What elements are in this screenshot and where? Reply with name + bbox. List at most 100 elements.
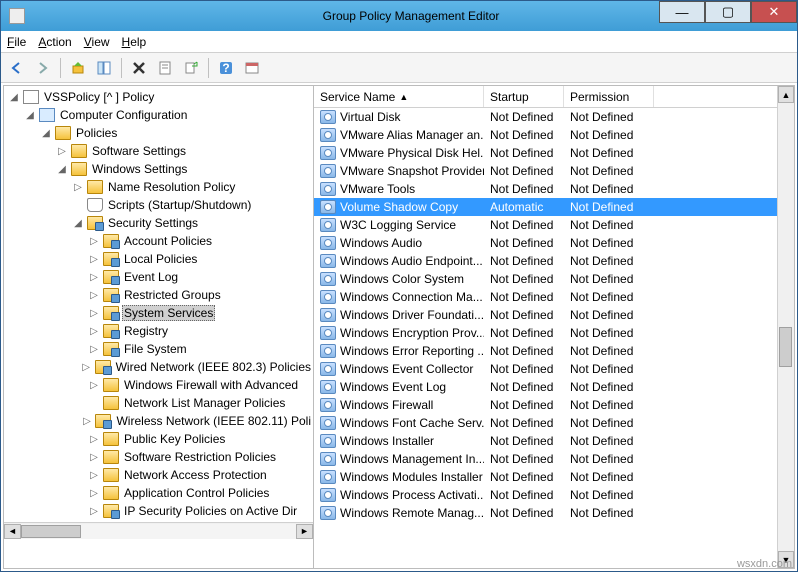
- tree-item[interactable]: ▷Restricted Groups: [4, 286, 313, 304]
- menu-view[interactable]: View: [84, 35, 110, 49]
- list-item[interactable]: VMware Physical Disk Hel...Not DefinedNo…: [314, 144, 777, 162]
- list-item[interactable]: Virtual DiskNot DefinedNot Defined: [314, 108, 777, 126]
- tree-toggle-icon[interactable]: ▷: [88, 470, 100, 481]
- list-item[interactable]: Windows Event LogNot DefinedNot Defined: [314, 378, 777, 396]
- tree-item[interactable]: ▷Network Access Protection: [4, 466, 313, 484]
- tree-item[interactable]: ▷Account Policies: [4, 232, 313, 250]
- tree-toggle-icon[interactable]: ▷: [88, 344, 100, 355]
- scroll-left-icon[interactable]: ◄: [4, 524, 21, 539]
- tree-item[interactable]: Scripts (Startup/Shutdown): [4, 196, 313, 214]
- list-item[interactable]: Volume Shadow CopyAutomaticNot Defined: [314, 198, 777, 216]
- list-item[interactable]: W3C Logging ServiceNot DefinedNot Define…: [314, 216, 777, 234]
- tree-item[interactable]: ▷Public Key Policies: [4, 430, 313, 448]
- tree-item[interactable]: ◢Security Settings: [4, 214, 313, 232]
- tree-item[interactable]: ▷Windows Firewall with Advanced: [4, 376, 313, 394]
- menu-help[interactable]: Help: [122, 35, 147, 49]
- list-item[interactable]: VMware Alias Manager an...Not DefinedNot…: [314, 126, 777, 144]
- list-item[interactable]: Windows Audio Endpoint...Not DefinedNot …: [314, 252, 777, 270]
- properties-button[interactable]: [153, 56, 177, 80]
- list-item[interactable]: Windows Encryption Prov...Not DefinedNot…: [314, 324, 777, 342]
- tree-pane[interactable]: ◢VSSPolicy [^ ] Policy◢Computer Configur…: [4, 86, 314, 568]
- tree-toggle-icon[interactable]: ▷: [81, 362, 92, 373]
- tree-item[interactable]: ◢Windows Settings: [4, 160, 313, 178]
- tree-item[interactable]: ▷Registry: [4, 322, 313, 340]
- up-button[interactable]: [66, 56, 90, 80]
- tree-toggle-icon[interactable]: ▷: [88, 290, 100, 301]
- tree-item[interactable]: ◢Computer Configuration: [4, 106, 313, 124]
- titlebar[interactable]: Group Policy Management Editor — ▢ ✕: [1, 1, 797, 31]
- list-item[interactable]: Windows Event CollectorNot DefinedNot De…: [314, 360, 777, 378]
- tree-item[interactable]: ▷Application Control Policies: [4, 484, 313, 502]
- service-permission: Not Defined: [564, 254, 654, 268]
- tree-toggle-icon[interactable]: ◢: [24, 110, 36, 121]
- list-item[interactable]: Windows Driver Foundati...Not DefinedNot…: [314, 306, 777, 324]
- list-item[interactable]: Windows Management In...Not DefinedNot D…: [314, 450, 777, 468]
- forward-button[interactable]: [31, 56, 55, 80]
- show-hide-tree-button[interactable]: [92, 56, 116, 80]
- help-button[interactable]: ?: [214, 56, 238, 80]
- tree-toggle-icon[interactable]: ▷: [88, 236, 100, 247]
- list-item[interactable]: Windows InstallerNot DefinedNot Defined: [314, 432, 777, 450]
- tree-item[interactable]: ◢VSSPolicy [^ ] Policy: [4, 88, 313, 106]
- list-item[interactable]: VMware Snapshot ProviderNot DefinedNot D…: [314, 162, 777, 180]
- delete-button[interactable]: [127, 56, 151, 80]
- menu-action[interactable]: Action: [38, 35, 71, 49]
- tree-toggle-icon[interactable]: ◢: [40, 128, 52, 139]
- tree-item[interactable]: ◢Policies: [4, 124, 313, 142]
- back-button[interactable]: [5, 56, 29, 80]
- tree-toggle-icon[interactable]: ◢: [72, 218, 84, 229]
- service-icon: [320, 344, 336, 358]
- scroll-thumb[interactable]: [21, 525, 81, 538]
- tree-item[interactable]: ▷Software Restriction Policies: [4, 448, 313, 466]
- tree-toggle-icon[interactable]: ▷: [88, 434, 100, 445]
- scroll-thumb[interactable]: [779, 327, 792, 367]
- tree-toggle-icon[interactable]: ▷: [88, 254, 100, 265]
- tree-toggle-icon[interactable]: ▷: [88, 272, 100, 283]
- col-startup[interactable]: Startup: [484, 86, 564, 107]
- tree-toggle-icon[interactable]: ▷: [88, 308, 100, 319]
- tree-toggle-icon[interactable]: ▷: [88, 326, 100, 337]
- export-button[interactable]: [179, 56, 203, 80]
- list-vscrollbar[interactable]: ▲ ▼: [777, 86, 794, 568]
- close-button[interactable]: ✕: [751, 1, 797, 23]
- tree-toggle-icon[interactable]: ▷: [88, 506, 100, 517]
- tree-item[interactable]: ▷Wireless Network (IEEE 802.11) Poli: [4, 412, 313, 430]
- tree-item[interactable]: ▷Software Settings: [4, 142, 313, 160]
- list-item[interactable]: Windows Modules InstallerNot DefinedNot …: [314, 468, 777, 486]
- tree-item[interactable]: ▷Local Policies: [4, 250, 313, 268]
- list-item[interactable]: Windows Connection Ma...Not DefinedNot D…: [314, 288, 777, 306]
- tree-toggle-icon[interactable]: ▷: [56, 146, 68, 157]
- list-item[interactable]: Windows Error Reporting ...Not DefinedNo…: [314, 342, 777, 360]
- tree-item[interactable]: ▷Wired Network (IEEE 802.3) Policies: [4, 358, 313, 376]
- tree-item[interactable]: ▷System Services: [4, 304, 313, 322]
- toolbar-extra-button[interactable]: [240, 56, 264, 80]
- tree-hscrollbar[interactable]: ◄ ►: [4, 522, 313, 539]
- tree-toggle-icon[interactable]: ▷: [88, 488, 100, 499]
- maximize-button[interactable]: ▢: [705, 1, 751, 23]
- tree-item[interactable]: Network List Manager Policies: [4, 394, 313, 412]
- tree-toggle-icon[interactable]: ◢: [56, 164, 68, 175]
- list-item[interactable]: Windows Font Cache Serv...Not DefinedNot…: [314, 414, 777, 432]
- list-item[interactable]: Windows AudioNot DefinedNot Defined: [314, 234, 777, 252]
- col-service-name[interactable]: Service Name▲: [314, 86, 484, 107]
- tree-toggle-icon[interactable]: ▷: [81, 416, 92, 427]
- tree-toggle-icon[interactable]: ◢: [8, 92, 20, 103]
- menu-file[interactable]: File: [7, 35, 26, 49]
- tree-item[interactable]: ▷IP Security Policies on Active Dir: [4, 502, 313, 520]
- list-item[interactable]: VMware ToolsNot DefinedNot Defined: [314, 180, 777, 198]
- list-item[interactable]: Windows Process Activati...Not DefinedNo…: [314, 486, 777, 504]
- tree-toggle-icon[interactable]: ▷: [72, 182, 84, 193]
- tree-item[interactable]: ▷File System: [4, 340, 313, 358]
- list-item[interactable]: Windows Color SystemNot DefinedNot Defin…: [314, 270, 777, 288]
- list-item[interactable]: Windows Remote Manag...Not DefinedNot De…: [314, 504, 777, 522]
- scroll-up-icon[interactable]: ▲: [778, 86, 794, 103]
- list-item[interactable]: Windows FirewallNot DefinedNot Defined: [314, 396, 777, 414]
- tree-toggle-icon[interactable]: ▷: [88, 380, 100, 391]
- col-permission[interactable]: Permission: [564, 86, 654, 107]
- minimize-button[interactable]: —: [659, 1, 705, 23]
- tree-toggle-icon[interactable]: ▷: [88, 452, 100, 463]
- scroll-right-icon[interactable]: ►: [296, 524, 313, 539]
- tree-item[interactable]: ▷Name Resolution Policy: [4, 178, 313, 196]
- tree-item[interactable]: ▷Event Log: [4, 268, 313, 286]
- service-list[interactable]: Virtual DiskNot DefinedNot DefinedVMware…: [314, 108, 777, 568]
